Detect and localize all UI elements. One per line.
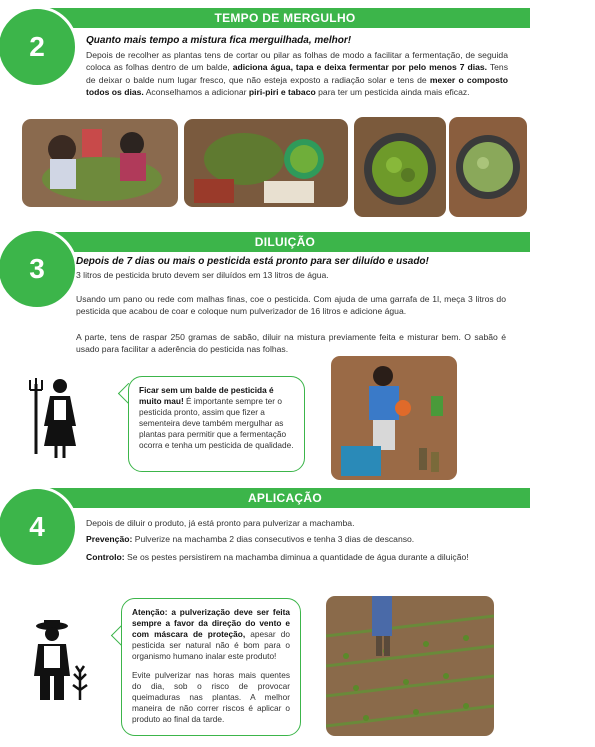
section-3-tip-bubble: Ficar sem um balde de pesticida é muito …	[128, 376, 305, 472]
control-text: Se os pestes persistirem na machamba dim…	[124, 552, 469, 562]
prevention-label: Prevenção:	[86, 534, 133, 544]
male-farmer-icon	[30, 620, 92, 707]
section-4-warning-bubble: Atenção: a pulverização deve ser feita s…	[121, 598, 301, 736]
section-2-text-segment: piri-piri e tabaco	[248, 87, 316, 98]
photo-man-pouring-pesticide	[331, 356, 457, 480]
control-label: Controlo:	[86, 552, 125, 562]
section-4-prevention: Prevenção: Pulverize na machamba 2 dias …	[86, 533, 506, 545]
section-4-title: APLICAÇÃO	[247, 491, 323, 505]
section-4-number: 4	[0, 486, 78, 568]
section-3-subtitle: Depois de 7 dias ou mais o pesticida est…	[76, 256, 429, 267]
section-3-title: DILUIÇÃO	[254, 235, 316, 249]
section-2-title-bar: TEMPO DE MERGULHO	[40, 8, 530, 28]
section-2-number: 2	[0, 6, 78, 88]
section-2-text-segment: para ter um pesticida ainda mais eficaz.	[315, 87, 470, 98]
section-3-paragraph-soap: A parte, tens de raspar 250 gramas de sa…	[76, 332, 506, 355]
section-3-number: 3	[0, 228, 78, 310]
section-2-text-segment: Aconselhamos a adicionar	[143, 87, 249, 98]
section-4-control: Controlo: Se os pestes persistirem na ma…	[86, 549, 506, 565]
section-2-text-segment: adiciona água, tapa e deixa fermentar po…	[232, 62, 488, 73]
section-3-dilution-ratio: 3 litros de pesticida bruto devem ser di…	[76, 270, 329, 280]
photo-chopped-leaves-buckets	[184, 119, 348, 207]
photo-people-cutting-plants	[22, 119, 178, 207]
photo-bucket-with-water	[449, 117, 527, 217]
photo-field-spraying	[326, 596, 494, 736]
section-3-paragraph-strain: Usando um pano ou rede com malhas finas,…	[76, 294, 506, 317]
section-2-title: TEMPO DE MERGULHO	[214, 11, 356, 25]
section-2-subtitle: Quanto mais tempo a mistura fica merguil…	[86, 35, 352, 46]
prevention-text: Pulverize na machamba 2 dias consecutivo…	[132, 534, 415, 544]
section-4-line1: Depois de diluir o produto, já está pron…	[86, 518, 355, 528]
section-4-title-bar: APLICAÇÃO	[40, 488, 530, 508]
section-3-title-bar: DILUIÇÃO	[40, 232, 530, 252]
section-2-paragraph: Depois de recolher as plantas tens de co…	[86, 49, 508, 99]
photo-bucket-with-leaves	[354, 117, 446, 217]
woman-farmer-icon	[28, 374, 84, 465]
section-4-advice-text: Evite pulverizar nas horas mais quentes …	[132, 670, 290, 724]
